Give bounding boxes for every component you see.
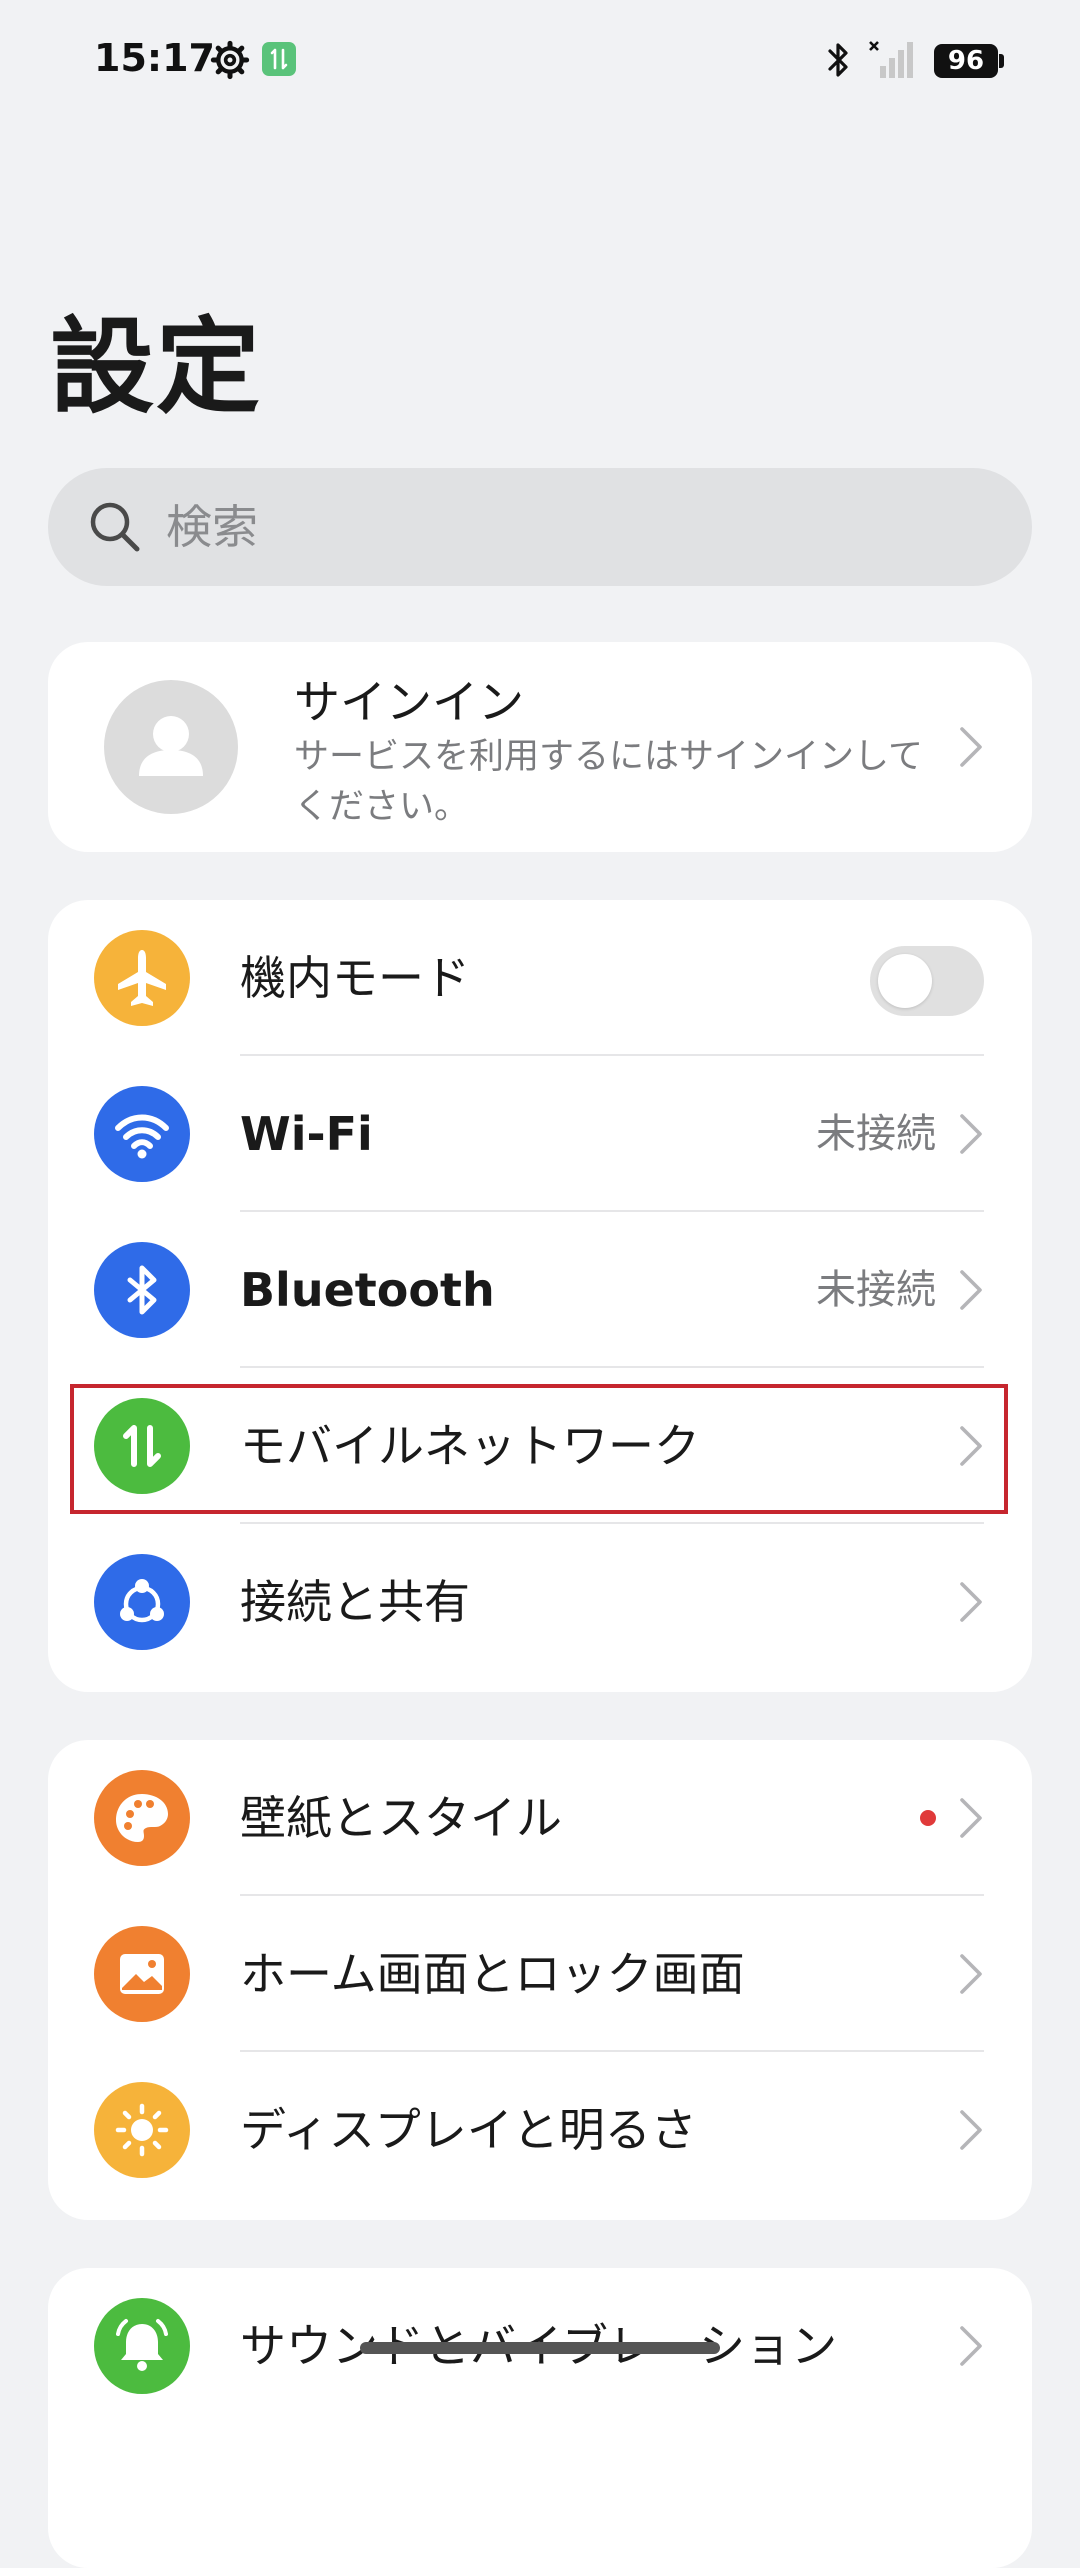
signin-subtitle: サービスを利用するにはサインインしてください。 <box>294 737 923 827</box>
row-label: ディスプレイと明るさ <box>240 2103 697 2157</box>
airplane-icon <box>94 930 190 1026</box>
wifi-icon <box>94 1086 190 1182</box>
row-label: 接続と共有 <box>240 1575 470 1629</box>
page-title: 設定 <box>50 306 263 428</box>
row-mobile-network[interactable]: モバイルネットワーク <box>48 1368 1032 1524</box>
display-settings-group: 壁紙とスタイル ホーム画面とロック画面 ディスプレイと明るさ <box>48 1740 1032 2220</box>
network-settings-group: 機内モード Wi-Fi 未接続 Bluetooth 未接続 モバイルネットワーク… <box>48 900 1032 1692</box>
chevron-right-icon <box>958 2324 984 2368</box>
chevron-right-icon <box>958 1268 984 1312</box>
chevron-right-icon <box>958 1112 984 1156</box>
row-wallpaper-style[interactable]: 壁紙とスタイル <box>48 1740 1032 1896</box>
wifi-status: 未接続 <box>816 1111 936 1157</box>
no-signal-icon <box>868 38 918 80</box>
row-label: Wi-Fi <box>240 1107 373 1161</box>
toggle-knob <box>878 954 932 1008</box>
gear-icon <box>210 40 250 80</box>
row-connection-sharing[interactable]: 接続と共有 <box>48 1524 1032 1680</box>
row-bluetooth[interactable]: Bluetooth 未接続 <box>48 1212 1032 1368</box>
row-label: モバイルネットワーク <box>240 1419 700 1473</box>
search-bar[interactable] <box>48 468 1032 586</box>
row-airplane-mode[interactable]: 機内モード <box>48 900 1032 1056</box>
chevron-right-icon <box>958 725 984 769</box>
row-label: Bluetooth <box>240 1263 495 1317</box>
row-display-brightness[interactable]: ディスプレイと明るさ <box>48 2052 1032 2208</box>
status-bar: 15:17 96 <box>0 0 1080 120</box>
row-label: 機内モード <box>240 951 470 1005</box>
row-home-lock-screen[interactable]: ホーム画面とロック画面 <box>48 1896 1032 2052</box>
brightness-icon <box>94 2082 190 2178</box>
battery-icon: 96 <box>934 44 1004 78</box>
wallpaper-icon <box>94 1926 190 2022</box>
chevron-right-icon <box>958 1796 984 1840</box>
signin-title: サインイン <box>294 675 524 729</box>
row-label: ホーム画面とロック画面 <box>240 1947 745 2001</box>
data-transfer-icon <box>262 42 296 76</box>
bell-icon <box>94 2298 190 2394</box>
chevron-right-icon <box>958 2108 984 2152</box>
search-icon <box>84 496 146 558</box>
status-time: 15:17 <box>94 36 215 80</box>
notification-dot <box>920 1810 936 1826</box>
bluetooth-status: 未接続 <box>816 1267 936 1313</box>
bluetooth-icon <box>94 1242 190 1338</box>
bluetooth-icon <box>822 38 856 82</box>
account-card[interactable]: サインイン サービスを利用するにはサインインしてください。 <box>48 642 1032 852</box>
palette-icon <box>94 1770 190 1866</box>
chevron-right-icon <box>958 1424 984 1468</box>
sound-settings-group: サウンドとバイブレーション <box>48 2268 1032 2568</box>
share-icon <box>94 1554 190 1650</box>
airplane-mode-toggle[interactable] <box>870 946 984 1016</box>
search-input[interactable] <box>164 468 984 586</box>
chevron-right-icon <box>958 1952 984 1996</box>
chevron-right-icon <box>958 1580 984 1624</box>
row-wifi[interactable]: Wi-Fi 未接続 <box>48 1056 1032 1212</box>
mobile-data-icon <box>94 1398 190 1494</box>
avatar <box>104 680 238 814</box>
home-indicator[interactable] <box>360 2342 720 2354</box>
row-label: 壁紙とスタイル <box>240 1791 562 1845</box>
